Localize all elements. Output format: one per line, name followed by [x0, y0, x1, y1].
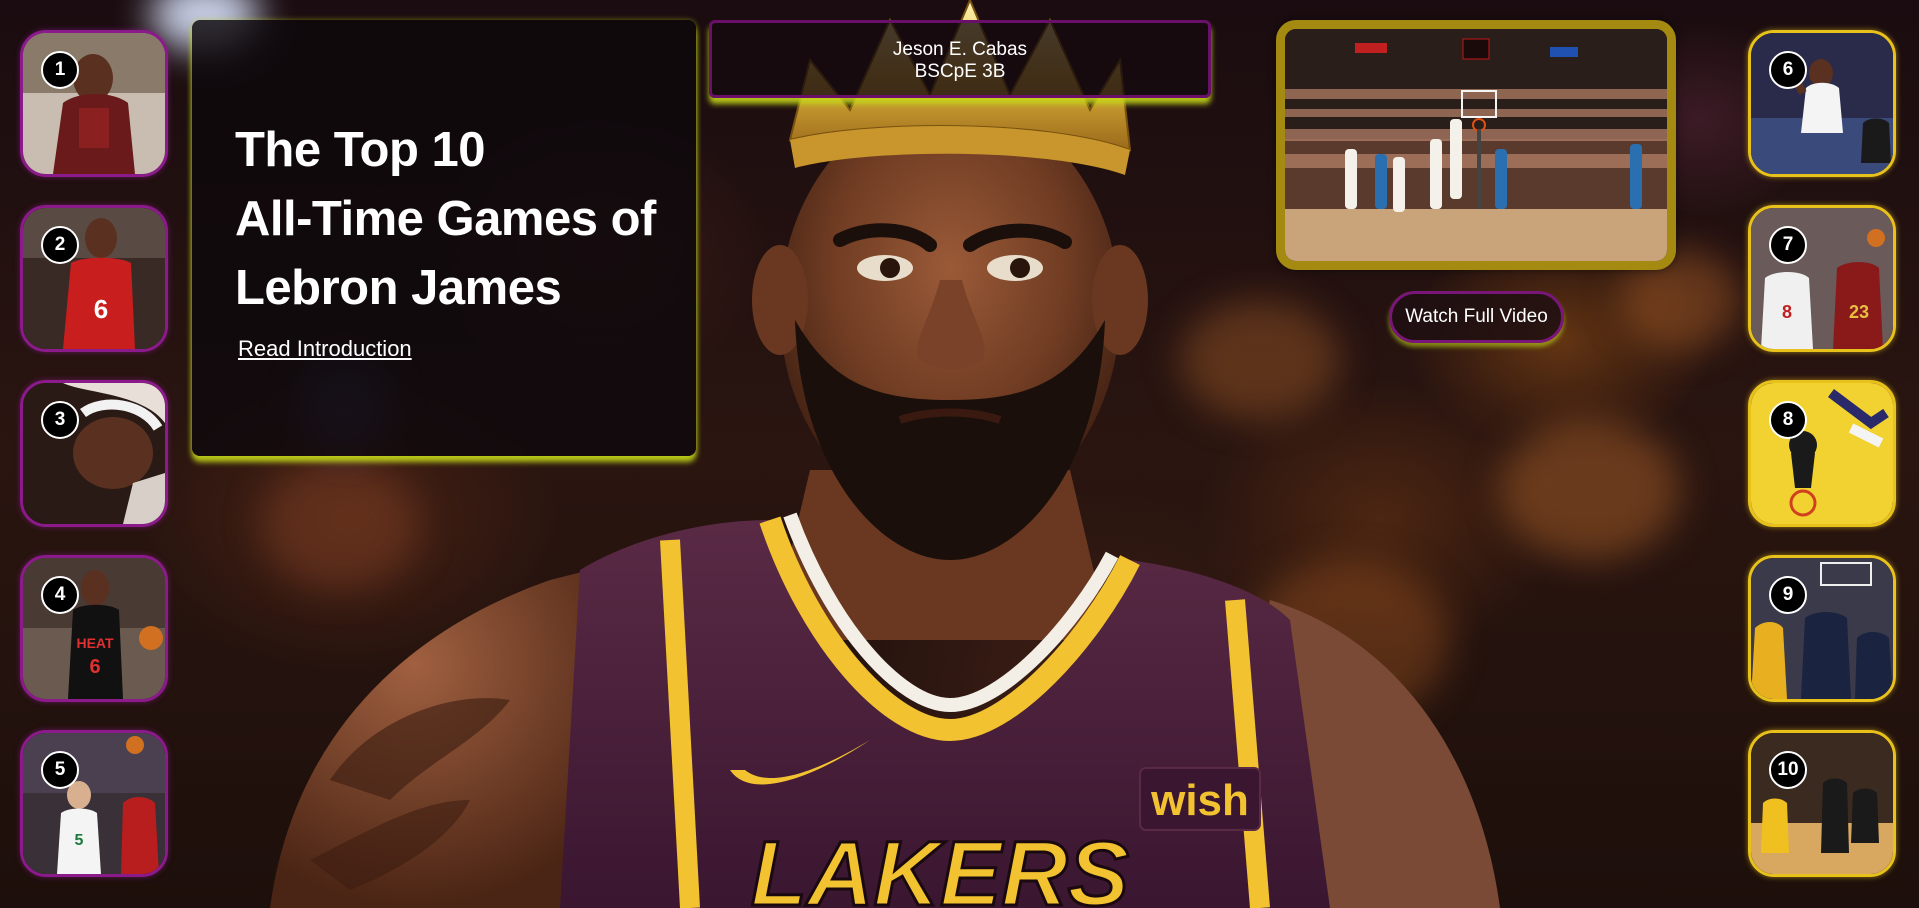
svg-text:23: 23 — [1849, 302, 1869, 322]
author-box: Jeson E. Cabas BSCpE 3B — [709, 20, 1211, 98]
author-section: BSCpE 3B — [914, 61, 1006, 82]
game-thumbnail-6[interactable]: 6 — [1748, 30, 1896, 177]
game-thumbnail-7[interactable]: 8 23 7 — [1748, 205, 1896, 352]
game-photo: 6 — [23, 208, 165, 349]
game-photo — [1751, 733, 1893, 874]
svg-text:6: 6 — [94, 294, 108, 324]
game-photo: HEAT 6 — [23, 558, 165, 699]
rank-badge: 10 — [1769, 751, 1807, 789]
page-title: The Top 10 All-Time Games of Lebron Jame… — [235, 116, 685, 323]
rank-badge: 8 — [1769, 401, 1807, 439]
title-line-2: All-Time Games of — [235, 192, 656, 246]
title-line-3: Lebron James — [235, 261, 562, 315]
game-thumbnail-10[interactable]: 10 — [1748, 730, 1896, 877]
jersey-lettering: LAKERS — [751, 823, 1129, 908]
rank-badge: 7 — [1769, 226, 1807, 264]
game-thumbnail-2[interactable]: 6 2 — [20, 205, 168, 352]
svg-text:8: 8 — [1782, 302, 1792, 322]
video-player[interactable] — [1276, 20, 1676, 270]
game-photo — [1751, 33, 1893, 174]
game-thumbnail-3[interactable]: 3 — [20, 380, 168, 527]
rank-badge: 6 — [1769, 51, 1807, 89]
rank-badge: 3 — [41, 401, 79, 439]
rank-badge: 9 — [1769, 576, 1807, 614]
jersey-patch-text: wish — [1150, 776, 1249, 825]
svg-text:6: 6 — [89, 656, 100, 678]
game-thumbnail-4[interactable]: HEAT 6 4 — [20, 555, 168, 702]
game-photo — [23, 383, 165, 524]
svg-text:HEAT: HEAT — [76, 635, 114, 651]
page-background: wish LAKERS The Top 10 All-Time Games of… — [0, 0, 1919, 908]
rank-badge: 2 — [41, 226, 79, 264]
game-photo: 8 23 — [1751, 208, 1893, 349]
watch-full-video-button[interactable]: Watch Full Video — [1389, 291, 1564, 343]
game-thumbnail-1[interactable]: 1 — [20, 30, 168, 177]
game-photo: 5 — [23, 733, 165, 874]
read-introduction-link[interactable]: Read Introduction — [238, 336, 412, 362]
rank-badge: 1 — [41, 51, 79, 89]
author-name: Jeson E. Cabas — [892, 39, 1028, 60]
rank-badge: 4 — [41, 576, 79, 614]
game-thumbnail-8[interactable]: 8 — [1748, 380, 1896, 527]
game-thumbnail-5[interactable]: 5 5 — [20, 730, 168, 877]
bokeh-light — [1500, 420, 1680, 560]
video-thumbnail — [1285, 29, 1667, 261]
svg-text:5: 5 — [75, 832, 84, 849]
game-photo — [1751, 383, 1893, 524]
game-thumbnail-9[interactable]: 9 — [1748, 555, 1896, 702]
title-line-1: The Top 10 — [235, 123, 486, 177]
game-photo — [1751, 558, 1893, 699]
game-photo — [23, 33, 165, 174]
intro-panel: The Top 10 All-Time Games of Lebron Jame… — [192, 20, 696, 456]
rank-badge: 5 — [41, 751, 79, 789]
